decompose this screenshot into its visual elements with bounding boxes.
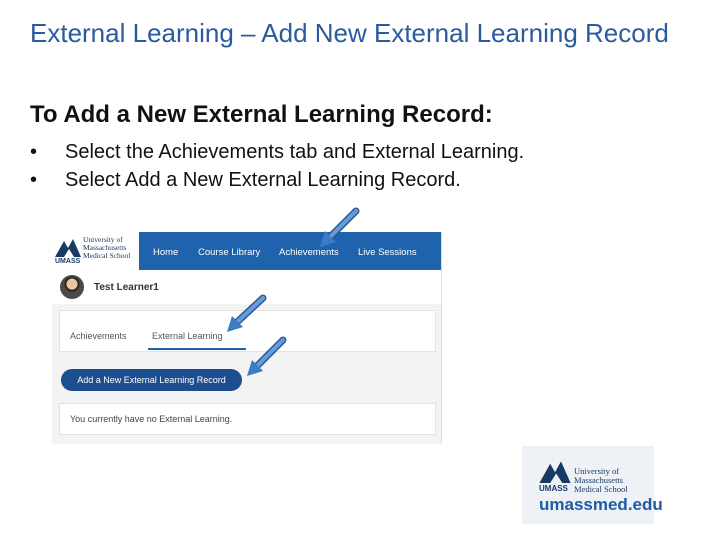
user-avatar[interactable]: [60, 275, 84, 299]
empty-state-message: You currently have no External Learning.: [70, 414, 233, 424]
tab-achievements[interactable]: Achievements: [70, 331, 127, 341]
instruction-text: Select the Achievements tab and External…: [65, 141, 525, 163]
instruction-list: • Select the Achievements tab and Externa…: [30, 138, 524, 194]
top-navbar: University of Massachusetts Medical Scho…: [52, 232, 441, 270]
bullet-glyph: •: [30, 169, 38, 191]
tab-external-learning[interactable]: External Learning: [152, 331, 223, 341]
umassmed-footer-logo: University of Massachusetts Medical Scho…: [522, 446, 663, 524]
user-name: Test Learner1: [94, 282, 159, 293]
umass-logo-mark-icon: [539, 461, 571, 483]
nav-live-sessions[interactable]: Live Sessions: [358, 247, 417, 258]
slide-title: External Learning – Add New External Lea…: [30, 18, 669, 48]
logo-line: Medical School: [83, 251, 131, 260]
arrow-pointer-icon: [320, 207, 360, 247]
footer-wordmark: UMASS: [539, 484, 568, 493]
umass-logo-mark-icon: [55, 239, 81, 257]
add-external-learning-button[interactable]: Add a New External Learning Record: [61, 369, 242, 391]
active-tab-indicator: [148, 348, 246, 350]
footer-url: umassmed.edu: [539, 495, 663, 514]
instruction-item: • Select Add a New External Learning Reco…: [30, 166, 524, 194]
logo-line: Medical School: [574, 484, 628, 494]
logo-text: University of Massachusetts Medical Scho…: [83, 236, 130, 260]
instructions-heading: To Add a New External Learning Record:: [30, 101, 493, 128]
instruction-item: • Select the Achievements tab and Externa…: [30, 138, 524, 166]
logo-wordmark: UMASS: [55, 258, 81, 265]
arrow-pointer-icon: [247, 336, 287, 376]
umass-logo[interactable]: University of Massachusetts Medical Scho…: [52, 232, 139, 270]
nav-home[interactable]: Home: [153, 247, 178, 258]
arrow-pointer-icon: [227, 294, 267, 332]
instruction-text: Select Add a New External Learning Recor…: [65, 169, 461, 191]
bullet-glyph: •: [30, 141, 38, 163]
empty-state-box: You currently have no External Learning.: [59, 403, 436, 435]
nav-course-library[interactable]: Course Library: [198, 247, 260, 258]
footer-logo-text: University of Massachusetts Medical Scho…: [574, 467, 628, 494]
